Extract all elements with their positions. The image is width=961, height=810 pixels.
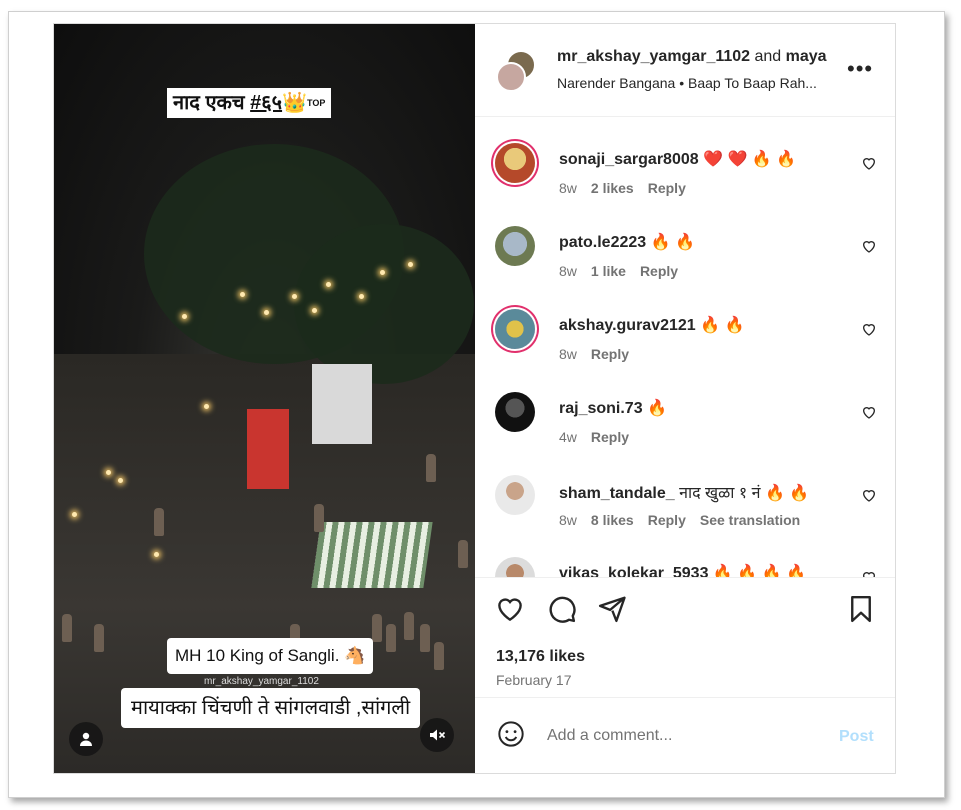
avatar[interactable] [495,475,535,515]
avatar[interactable] [495,557,535,577]
caption-top-text: नाद एकच [173,92,245,114]
comment-meta: 4w Reply [559,429,643,445]
comment-body: 🔥 🔥 🔥 🔥 [712,565,806,577]
comment-age[interactable]: 8w [559,263,577,279]
comment-text: akshay.gurav2121 🔥 🔥 [559,315,744,335]
avatar[interactable] [495,226,535,266]
like-heart-icon[interactable] [495,594,525,624]
save-bookmark-icon[interactable] [846,594,876,624]
comment-username[interactable]: sonaji_sargar8008 [559,151,699,168]
comment-username[interactable]: akshay.gurav2121 [559,317,696,334]
post-header: mr_akshay_yamgar_1102 and maya Narender … [475,24,895,117]
comment-username[interactable]: raj_soni.73 [559,400,643,417]
more-options-button[interactable]: ••• [847,56,873,82]
reply-button[interactable]: Reply [591,429,629,445]
comment-age[interactable]: 8w [559,346,577,362]
audio-attribution-link[interactable]: Narender Bangana • Baap To Baap Rah... [557,75,857,91]
video-watermark-handle: mr_akshay_yamgar_1102 [204,676,319,687]
author-username-link[interactable]: mr_akshay_yamgar_1102 [557,48,750,65]
comment-meta: 8w 2 likes Reply [559,180,700,196]
reply-button[interactable]: Reply [640,263,678,279]
post-authors: mr_akshay_yamgar_1102 and maya [557,48,827,66]
comment-age[interactable]: 4w [559,429,577,445]
share-paper-plane-icon[interactable] [597,594,627,624]
post-dialog: नाद एकच #६५👑TOP MH 10 King of Sangli. 🐴 … [53,23,896,774]
comment-age[interactable]: 8w [559,512,577,528]
like-comment-heart-icon[interactable] [861,155,877,171]
comment-body: 🔥 [647,400,667,417]
more-horizontal-icon: ••• [847,56,874,81]
comment-username[interactable]: pato.le2223 [559,234,646,251]
author-joiner: and [754,48,782,65]
avatar[interactable] [495,392,535,432]
video-scene-tree [294,224,474,384]
comment-item: pato.le2223 🔥 🔥 8w 1 like Reply [475,222,895,302]
comment-username[interactable]: vikas_kolekar_5933 [559,565,708,577]
reply-button[interactable]: Reply [648,512,686,528]
comment-meta: 8w 1 like Reply [559,263,692,279]
coauthor-username-link[interactable]: maya [786,48,827,65]
like-comment-heart-icon[interactable] [861,238,877,254]
video-caption-top: नाद एकच #६५👑TOP [167,88,332,118]
post-side-panel: mr_akshay_yamgar_1102 and maya Narender … [475,24,895,773]
comment-body: 🔥 🔥 [650,234,695,251]
comment-body: ❤️ ❤️ 🔥 🔥 [703,151,797,168]
comment-likes[interactable]: 1 like [591,263,626,279]
reply-button[interactable]: Reply [648,180,686,196]
comment-likes[interactable]: 2 likes [591,180,634,196]
likes-count[interactable]: 13,176 likes [496,648,585,666]
video-caption-middle: MH 10 King of Sangli. 🐴 [167,638,374,674]
comment-item: sonaji_sargar8008 ❤️ ❤️ 🔥 🔥 8w 2 likes Rep… [475,139,895,219]
avatar[interactable] [495,143,535,183]
like-comment-heart-icon[interactable] [861,487,877,503]
comment-text: sham_tandale_ नाद खुळा १ नं 🔥 🔥 [559,481,809,503]
comment-age[interactable]: 8w [559,180,577,196]
video-caption-bottom: मायाक्का चिंचणी ते सांगलवाडी ,सांगली [121,688,421,728]
comment-body: नाद खुळा १ नं 🔥 🔥 [679,485,810,502]
top-badge: TOP [306,98,326,108]
post-actions: 13,176 likes February 17 [475,577,895,698]
add-comment-bar: Post [475,697,895,774]
comment-text: vikas_kolekar_5933 🔥 🔥 🔥 🔥 [559,563,806,577]
comment-likes[interactable]: 8 likes [591,512,634,528]
post-comment-button[interactable]: Post [839,728,874,746]
comment-item: vikas_kolekar_5933 🔥 🔥 🔥 🔥 [475,553,895,577]
comment-body: 🔥 🔥 [700,317,745,334]
comments-list[interactable]: sonaji_sargar8008 ❤️ ❤️ 🔥 🔥 8w 2 likes Rep… [475,117,895,577]
like-comment-heart-icon[interactable] [861,404,877,420]
mute-toggle-button[interactable] [420,718,454,752]
comment-text: raj_soni.73 🔥 [559,398,667,418]
comment-item: raj_soni.73 🔥 4w Reply [475,388,895,468]
avatar[interactable] [496,62,526,92]
video-scene-building [312,364,372,444]
like-comment-heart-icon[interactable] [861,569,877,577]
post-date[interactable]: February 17 [496,672,571,688]
reel-video[interactable]: नाद एकच #६५👑TOP MH 10 King of Sangli. 🐴 … [54,24,475,773]
see-translation-button[interactable]: See translation [700,512,800,528]
crown-icon: 👑 [282,92,307,114]
muted-speaker-icon [430,729,446,741]
caption-top-tag: #६५ [250,92,283,114]
tagged-users-button[interactable] [69,722,103,756]
avatar[interactable] [495,309,535,349]
comment-username[interactable]: sham_tandale_ [559,485,675,502]
comment-text: sonaji_sargar8008 ❤️ ❤️ 🔥 🔥 [559,149,796,169]
video-scene-signboard [247,409,289,489]
coauthor-avatars[interactable] [496,50,536,92]
comment-input[interactable] [545,722,819,750]
comment-meta: 8w 8 likes Reply See translation [559,512,814,528]
comment-item: akshay.gurav2121 🔥 🔥 8w Reply [475,305,895,385]
comment-bubble-icon[interactable] [547,594,577,624]
comment-item: sham_tandale_ नाद खुळा १ नं 🔥 🔥 8w 8 like… [475,471,895,551]
user-icon [80,732,92,746]
comment-text: pato.le2223 🔥 🔥 [559,232,695,252]
like-comment-heart-icon[interactable] [861,321,877,337]
video-scene-canopy [311,522,433,588]
comment-meta: 8w Reply [559,346,643,362]
reply-button[interactable]: Reply [591,346,629,362]
emoji-icon[interactable] [497,720,525,748]
